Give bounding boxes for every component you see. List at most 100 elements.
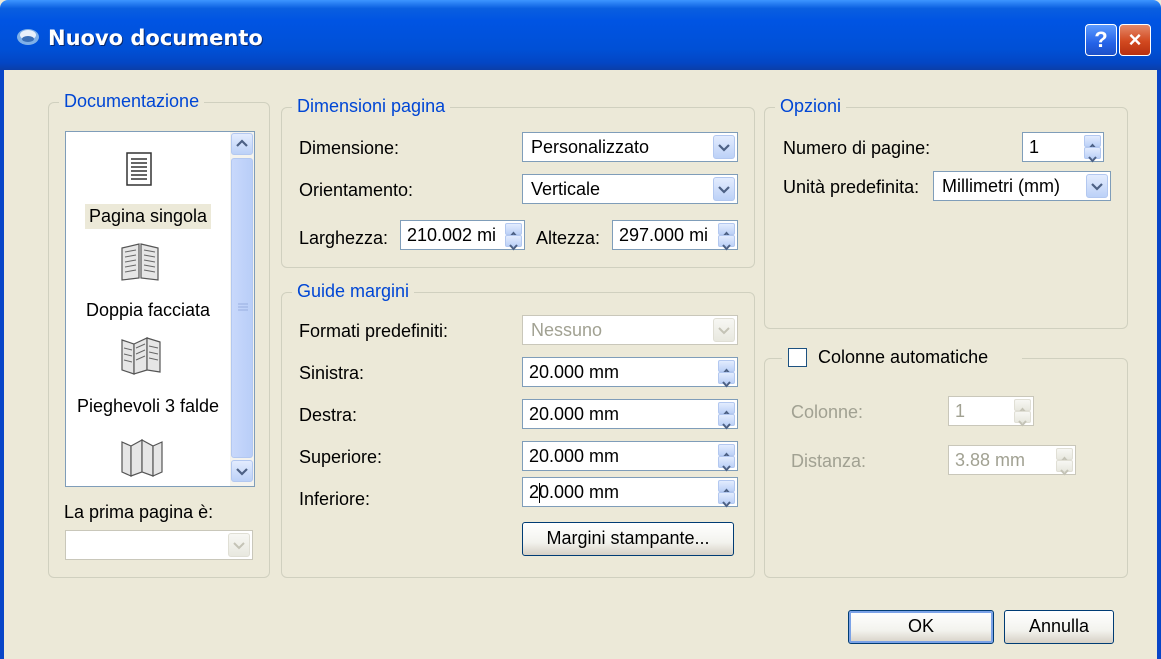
grip-icon [238,303,248,311]
chevron-down-icon [718,144,730,152]
presets-label: Formati predefiniti: [299,321,449,341]
width-spinner[interactable]: 210.002 mi [400,220,525,251]
scroll-down-button[interactable] [231,460,253,482]
title-bar[interactable]: Nuovo documento ? × [0,0,1161,70]
columns-value: 1 [955,401,966,421]
dropdown-arrow[interactable] [713,135,735,159]
chevron-down-icon [1060,469,1069,476]
gap-value: 3.88 mm [955,450,1026,470]
chevron-down-icon [722,423,731,430]
height-value: 297.000 mi [619,225,709,245]
dimensioni-title: Dimensioni pagina [292,96,451,117]
right-margin-spinner[interactable]: 20.000 mm [522,399,738,430]
tri-fold-icon [121,337,161,375]
size-select[interactable]: Personalizzato [522,132,738,162]
top-margin-spinner[interactable]: 20.000 mm [522,441,738,472]
spin-up-button[interactable] [1056,448,1073,463]
text-caret [539,483,540,503]
margini-title: Guide margini [292,281,415,302]
orientation-value: Verticale [531,179,601,199]
top-margin-value: 20.000 mm [529,446,620,466]
chevron-down-icon [722,465,731,472]
dropdown-arrow[interactable] [713,177,735,201]
help-button[interactable]: ? [1085,24,1117,56]
width-value: 210.002 mi [407,225,497,245]
height-spinner[interactable]: 297.000 mi [612,220,738,251]
size-value: Personalizzato [531,137,650,157]
bottom-margin-spinner[interactable]: 20.000 mm [522,477,738,508]
height-label: Altezza: [536,228,601,248]
left-margin-spinner[interactable]: 20.000 mm [522,357,738,388]
dropdown-arrow[interactable] [1086,174,1108,198]
presets-select[interactable]: Nessuno [522,315,738,345]
spin-down-button[interactable] [1084,147,1101,163]
doc-type-trifold[interactable]: Pieghevoli 3 falde [66,394,230,419]
doc-type-single[interactable]: Pagina singola [66,204,230,229]
spin-down-button[interactable] [718,372,735,388]
doc-type-label: Doppia facciata [85,300,211,320]
close-button[interactable]: × [1119,24,1151,56]
spin-down-button[interactable] [718,235,735,251]
chevron-down-icon [236,468,248,476]
window-title: Nuovo documento [48,26,263,50]
chevron-down-icon [722,244,731,251]
gap-spinner[interactable]: 3.88 mm [948,445,1076,476]
scroll-up-button[interactable] [231,133,253,155]
colonne-checkbox[interactable] [788,348,807,367]
right-margin-value: 20.000 mm [529,404,620,424]
app-icon [17,29,39,45]
chevron-down-icon [233,542,245,550]
printer-margins-button[interactable]: Margini stampante... [522,522,734,556]
unit-value: Millimetri (mm) [942,176,1060,196]
dropdown-arrow[interactable] [713,318,735,342]
spin-up-button[interactable] [718,223,735,238]
spin-down-button[interactable] [505,235,522,251]
doc-list-scrollbar[interactable] [230,132,254,486]
columns-spinner[interactable]: 1 [948,396,1034,427]
unit-label: Unità predefinita: [783,177,920,197]
chevron-down-icon [722,501,731,508]
spin-up-button[interactable] [1084,135,1101,150]
chevron-down-icon [1018,420,1027,427]
left-margin-value: 20.000 mm [529,362,620,382]
spin-up-button[interactable] [718,444,735,459]
documentazione-title: Documentazione [59,91,205,112]
spin-up-button[interactable] [718,402,735,417]
window-frame-right [1157,70,1161,659]
spin-down-button[interactable] [718,456,735,472]
window-frame-left [0,70,4,659]
left-margin-label: Sinistra: [299,363,365,383]
pages-value: 1 [1029,137,1040,157]
spin-up-button[interactable] [1014,399,1031,414]
spin-down-button[interactable] [1014,411,1031,427]
spin-up-button[interactable] [718,480,735,495]
chevron-down-icon [1088,156,1097,163]
doc-type-label: Pagina singola [84,204,212,229]
bottom-margin-value: 20.000 mm [529,482,620,502]
ok-button[interactable]: OK [848,610,994,644]
doc-type-double[interactable]: Doppia facciata [66,298,230,323]
four-fold-icon [121,438,163,477]
scroll-thumb[interactable] [231,158,253,458]
document-type-list[interactable]: Pagina singola Doppia facciata Pieghevol… [65,131,255,487]
pages-spinner[interactable]: 1 [1022,132,1104,163]
orientation-select[interactable]: Verticale [522,174,738,204]
dropdown-arrow[interactable] [228,533,250,557]
unit-select[interactable]: Millimetri (mm) [933,171,1111,201]
presets-value: Nessuno [531,320,603,340]
right-margin-label: Destra: [299,405,358,425]
chevron-down-icon [1091,183,1103,191]
bottom-margin-label: Inferiore: [299,489,371,509]
size-label: Dimensione: [299,138,400,158]
pages-label: Numero di pagine: [783,138,931,158]
double-sided-icon [121,243,159,281]
first-page-select[interactable] [65,530,253,560]
cancel-button[interactable]: Annulla [1004,610,1114,644]
spin-up-button[interactable] [505,223,522,238]
colonne-checkbox-row[interactable]: Colonne automatiche [782,345,1022,371]
spin-down-button[interactable] [718,414,735,430]
spin-up-button[interactable] [718,360,735,375]
spin-down-button[interactable] [1056,460,1073,476]
spin-down-button[interactable] [718,492,735,508]
chevron-down-icon [722,381,731,388]
